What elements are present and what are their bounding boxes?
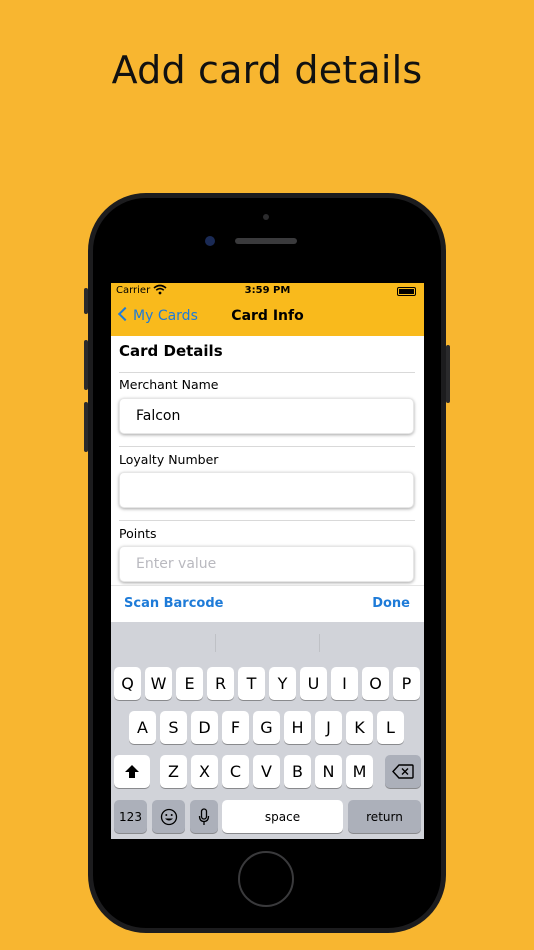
section-title: Card Details [119, 342, 223, 360]
status-bar: Carrier 3:59 PM [111, 283, 424, 300]
keyboard: Q W E R T Y U I O P A S D F G H J K L Z … [111, 622, 424, 839]
scan-barcode-button[interactable]: Scan Barcode [124, 596, 223, 611]
app-screen: Carrier 3:59 PM My Cards Card Info Card … [111, 283, 424, 839]
key-w[interactable]: W [145, 667, 172, 700]
key-r[interactable]: R [207, 667, 234, 700]
key-b[interactable]: B [284, 755, 311, 788]
divider [119, 520, 415, 521]
status-time: 3:59 PM [244, 285, 291, 296]
sensor [263, 214, 269, 220]
key-t[interactable]: T [238, 667, 265, 700]
delete-key[interactable] [385, 755, 421, 788]
volume-up-button [84, 340, 88, 390]
divider [119, 372, 415, 373]
silent-switch [84, 288, 88, 314]
key-f[interactable]: F [222, 711, 249, 744]
headline: Add card details [111, 48, 423, 92]
numbers-key[interactable]: 123 [114, 800, 147, 833]
key-k[interactable]: K [346, 711, 373, 744]
points-label: Points [119, 526, 157, 541]
key-c[interactable]: C [222, 755, 249, 788]
keyboard-accessory-bar: Scan Barcode Done [111, 585, 424, 622]
merchant-name-label: Merchant Name [119, 377, 219, 392]
points-field[interactable] [119, 546, 414, 582]
key-x[interactable]: X [191, 755, 218, 788]
power-button [446, 345, 450, 403]
navigation-bar: My Cards Card Info [111, 300, 424, 336]
key-y[interactable]: Y [269, 667, 296, 700]
points-input[interactable] [136, 556, 397, 572]
key-h[interactable]: H [284, 711, 311, 744]
loyalty-number-field[interactable] [119, 472, 414, 508]
key-v[interactable]: V [253, 755, 280, 788]
divider [119, 446, 415, 447]
home-button[interactable] [238, 851, 294, 907]
key-s[interactable]: S [160, 711, 187, 744]
key-q[interactable]: Q [114, 667, 141, 700]
volume-down-button [84, 402, 88, 452]
key-o[interactable]: O [362, 667, 389, 700]
key-z[interactable]: Z [160, 755, 187, 788]
nav-title: Card Info [231, 308, 304, 324]
front-camera [205, 236, 215, 246]
merchant-name-input[interactable] [136, 408, 397, 424]
prediction-divider [215, 634, 216, 652]
key-l[interactable]: L [377, 711, 404, 744]
key-m[interactable]: M [346, 755, 373, 788]
done-button[interactable]: Done [372, 596, 410, 611]
loyalty-number-input[interactable] [136, 482, 397, 498]
key-p[interactable]: P [393, 667, 420, 700]
return-key[interactable]: return [348, 800, 421, 833]
key-i[interactable]: I [331, 667, 358, 700]
earpiece-speaker [235, 238, 297, 244]
microphone-icon [198, 807, 210, 825]
merchant-name-field[interactable] [119, 398, 414, 434]
key-n[interactable]: N [315, 755, 342, 788]
key-d[interactable]: D [191, 711, 218, 744]
prediction-divider [319, 634, 320, 652]
key-u[interactable]: U [300, 667, 327, 700]
emoji-key[interactable] [152, 800, 185, 833]
shift-key[interactable] [114, 755, 150, 788]
battery-icon [397, 287, 416, 296]
dictation-key[interactable] [190, 800, 218, 833]
shift-icon [125, 765, 139, 778]
key-g[interactable]: G [253, 711, 280, 744]
loyalty-number-label: Loyalty Number [119, 452, 219, 467]
emoji-icon [160, 808, 177, 825]
space-key[interactable]: space [222, 800, 343, 833]
delete-icon [392, 764, 414, 779]
key-j[interactable]: J [315, 711, 342, 744]
key-a[interactable]: A [129, 711, 156, 744]
key-e[interactable]: E [176, 667, 203, 700]
